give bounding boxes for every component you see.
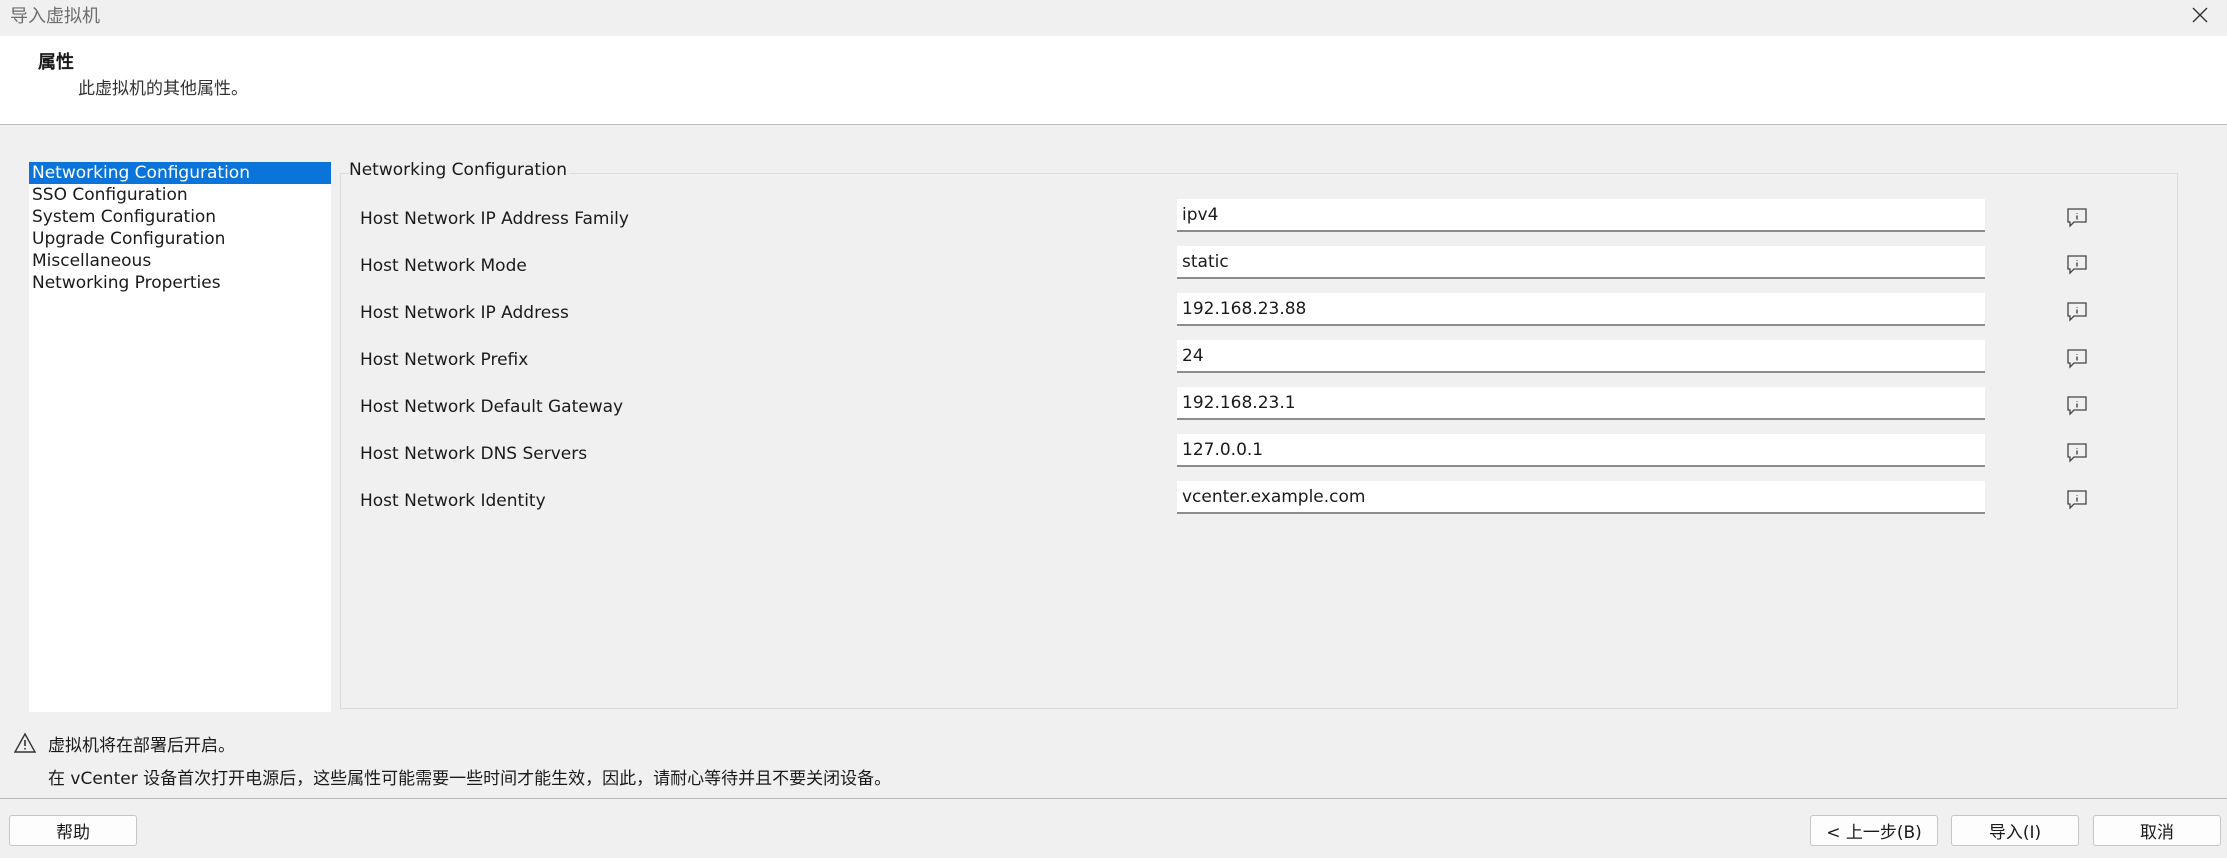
field-label: Host Network IP Address xyxy=(360,303,569,323)
field-label: Host Network Prefix xyxy=(360,350,529,370)
title-bar: 导入虚拟机 xyxy=(0,0,2227,36)
category-item-networking-configuration[interactable]: Networking Configuration xyxy=(29,162,331,184)
warning-icon xyxy=(13,732,37,754)
ip-address-family-input[interactable] xyxy=(1177,199,1985,232)
help-button[interactable]: 帮助 xyxy=(9,815,137,846)
property-row: Host Network Identity xyxy=(0,481,2227,523)
info-comment-icon[interactable] xyxy=(2065,299,2089,323)
category-list[interactable]: Networking Configuration SSO Configurati… xyxy=(29,162,331,712)
close-button[interactable] xyxy=(2183,0,2217,30)
field-label: Host Network Default Gateway xyxy=(360,397,624,417)
close-icon[interactable] xyxy=(2192,7,2208,23)
info-comment-icon[interactable] xyxy=(2065,440,2089,464)
category-item-sso-configuration[interactable]: SSO Configuration xyxy=(29,184,331,206)
group-title: Networking Configuration xyxy=(349,160,569,180)
field-label: Host Network IP Address Family xyxy=(360,209,629,229)
field-label: Host Network Identity xyxy=(360,491,546,511)
page-header: 属性 此虚拟机的其他属性。 xyxy=(0,36,2227,124)
field-label: Host Network Mode xyxy=(360,256,527,276)
dns-servers-input[interactable] xyxy=(1177,434,1985,467)
window-title: 导入虚拟机 xyxy=(10,6,100,27)
power-on-notice: 虚拟机将在部署后开启。 xyxy=(48,736,235,756)
ip-address-input[interactable] xyxy=(1177,293,1985,326)
field-label: Host Network DNS Servers xyxy=(360,444,588,464)
property-row: Host Network Prefix xyxy=(0,340,2227,382)
default-gateway-input[interactable] xyxy=(1177,387,1985,420)
info-comment-icon[interactable] xyxy=(2065,487,2089,511)
properties-delay-notice: 在 vCenter 设备首次打开电源后，这些属性可能需要一些时间才能生效，因此，… xyxy=(48,769,892,789)
info-comment-icon[interactable] xyxy=(2065,205,2089,229)
property-row: Host Network Default Gateway xyxy=(0,387,2227,429)
property-row: Host Network DNS Servers xyxy=(0,434,2227,476)
page-title: 属性 xyxy=(38,52,74,73)
back-button[interactable]: < 上一步(B) xyxy=(1810,815,1938,846)
footer-divider xyxy=(0,798,2227,799)
info-comment-icon[interactable] xyxy=(2065,252,2089,276)
info-comment-icon[interactable] xyxy=(2065,346,2089,370)
import-button[interactable]: 导入(I) xyxy=(1951,815,2079,846)
page-subtitle: 此虚拟机的其他属性。 xyxy=(78,79,248,99)
property-row: Host Network Mode xyxy=(0,246,2227,288)
network-identity-input[interactable] xyxy=(1177,481,1985,514)
network-prefix-input[interactable] xyxy=(1177,340,1985,373)
property-row: Host Network IP Address Family xyxy=(0,199,2227,241)
info-comment-icon[interactable] xyxy=(2065,393,2089,417)
header-divider xyxy=(0,124,2227,125)
cancel-button[interactable]: 取消 xyxy=(2093,815,2221,846)
network-mode-input[interactable] xyxy=(1177,246,1985,279)
property-row: Host Network IP Address xyxy=(0,293,2227,335)
